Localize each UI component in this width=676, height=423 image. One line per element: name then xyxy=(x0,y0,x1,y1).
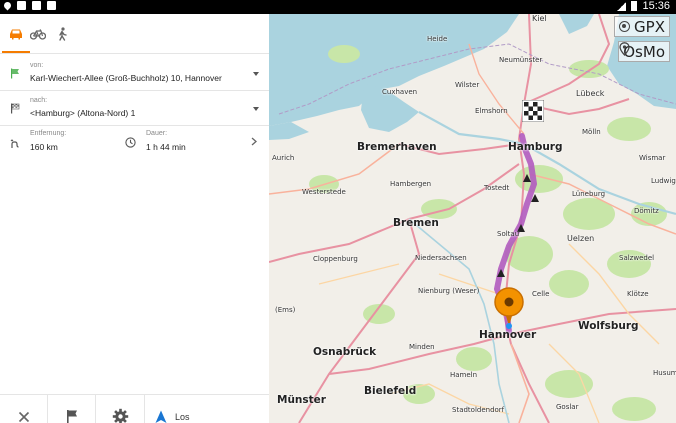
gear-icon xyxy=(112,408,128,423)
clock: 15:36 xyxy=(642,0,670,12)
city-label: Bremen xyxy=(393,217,439,229)
city-label: Tostedt xyxy=(484,184,510,192)
kiel-bay xyxy=(559,14,594,34)
city-label: Heide xyxy=(427,35,448,43)
image-icon xyxy=(17,1,26,10)
destination-label: nach: xyxy=(30,97,48,104)
gallery-icon xyxy=(32,1,41,10)
osmo-location-icon xyxy=(619,42,630,56)
city-label: Goslar xyxy=(556,403,579,411)
city-label: Stadtoldendorf xyxy=(452,406,505,414)
transport-mode-tabs xyxy=(0,14,269,54)
city-label: Salzwedel xyxy=(619,254,655,262)
start-flag-icon xyxy=(11,68,19,79)
gpx-label: GPX xyxy=(634,17,665,36)
mode-pedestrian-tab[interactable] xyxy=(52,24,72,44)
car-icon xyxy=(10,29,22,40)
destination-field[interactable]: nach: <Hamburg> (Altona-Nord) 1 xyxy=(0,91,269,126)
settings-button[interactable] xyxy=(96,395,145,423)
destination-flag-icon xyxy=(11,103,20,114)
start-dropdown-icon[interactable] xyxy=(253,72,259,76)
city-label: Minden xyxy=(409,343,435,351)
start-navigation-button[interactable]: Los xyxy=(145,395,269,423)
city-label: Hamburg xyxy=(508,141,563,153)
flag-icon xyxy=(66,410,77,423)
route-info-row[interactable]: Entfernung: 160 km Dauer: 1 h 44 min xyxy=(0,126,269,160)
city-label: Münster xyxy=(277,394,326,406)
start-label: von: xyxy=(30,62,44,69)
clock-icon xyxy=(125,137,136,148)
pedestrian-icon xyxy=(59,27,67,41)
gpx-button[interactable]: GPX xyxy=(614,16,670,37)
navigation-arrow-icon xyxy=(155,410,167,423)
city-label: Westerstede xyxy=(302,188,346,196)
city-label: Aurich xyxy=(272,154,295,162)
city-label: Bielefeld xyxy=(364,385,417,397)
city-label: Klötze xyxy=(627,290,649,298)
waypoints-button[interactable] xyxy=(48,395,96,423)
city-label: (Ems) xyxy=(275,306,296,314)
city-label: Ludwig xyxy=(651,177,676,185)
destination-value: <Hamburg> (Altona-Nord) 1 xyxy=(30,108,136,118)
camera-icon xyxy=(47,1,56,10)
close-button[interactable] xyxy=(0,395,48,423)
city-label: Soltau xyxy=(497,230,520,238)
start-point-field[interactable]: von: Karl-Wiechert-Allee (Groß-Buchholz)… xyxy=(0,55,269,91)
location-icon xyxy=(2,0,13,11)
city-label: Neumünster xyxy=(499,56,543,64)
city-label: Dömitz xyxy=(634,207,659,215)
status-bar: 15:36 xyxy=(0,0,676,14)
route-panel: von: Karl-Wiechert-Allee (Groß-Buchholz)… xyxy=(0,14,269,423)
city-label: Cuxhaven xyxy=(382,88,418,96)
city-label: Lüneburg xyxy=(572,190,606,198)
distance-value: 160 km xyxy=(30,142,58,152)
osmo-button[interactable]: OsMo xyxy=(618,41,670,62)
start-value: Karl-Wiechert-Allee (Groß-Buchholz) 10, … xyxy=(30,73,222,83)
city-label: Lübeck xyxy=(576,89,605,98)
duration-value: 1 h 44 min xyxy=(146,142,186,152)
city-label: Wolfsburg xyxy=(578,320,639,332)
city-label: Uelzen xyxy=(567,234,595,243)
mode-car-tab[interactable] xyxy=(2,24,30,53)
gpx-target-icon xyxy=(619,21,631,32)
start-location-marker[interactable] xyxy=(493,286,525,330)
start-navigation-label: Los xyxy=(175,411,190,422)
city-label: Wilster xyxy=(455,81,480,89)
map-view[interactable]: Kiel Heide Neumünster Cuxhaven Wilster L… xyxy=(269,14,676,423)
map-canvas xyxy=(269,14,676,423)
city-label: Kiel xyxy=(532,14,547,23)
city-label: Hameln xyxy=(450,371,478,379)
city-label: Husum xyxy=(653,369,676,377)
notification-icons xyxy=(2,0,56,11)
city-label: Wismar xyxy=(639,154,666,162)
bottom-action-bar: Los xyxy=(0,394,269,423)
city-label: Celle xyxy=(532,290,550,298)
city-label: Nienburg (Weser) xyxy=(418,287,480,295)
city-label: Niedersachsen xyxy=(415,254,467,262)
city-label: Hannover xyxy=(479,329,537,341)
signal-icon xyxy=(617,1,627,11)
city-label: Osnabrück xyxy=(313,346,377,358)
city-label: Hambergen xyxy=(390,180,432,188)
close-icon xyxy=(18,411,29,422)
city-label: Cloppenburg xyxy=(313,255,358,263)
duration-label: Dauer: xyxy=(146,130,168,137)
route-distance-icon xyxy=(10,139,19,148)
city-label: Mölln xyxy=(582,128,601,136)
bicycle-icon xyxy=(30,29,46,40)
city-label: Bremerhaven xyxy=(357,141,437,153)
battery-icon xyxy=(631,1,638,11)
destination-dropdown-icon[interactable] xyxy=(253,107,259,111)
destination-flag-marker[interactable] xyxy=(522,100,544,122)
mode-bicycle-tab[interactable] xyxy=(28,24,48,44)
city-label: Elmshorn xyxy=(475,107,508,115)
chevron-right-icon[interactable] xyxy=(251,137,257,146)
distance-label: Entfernung: xyxy=(30,130,67,137)
